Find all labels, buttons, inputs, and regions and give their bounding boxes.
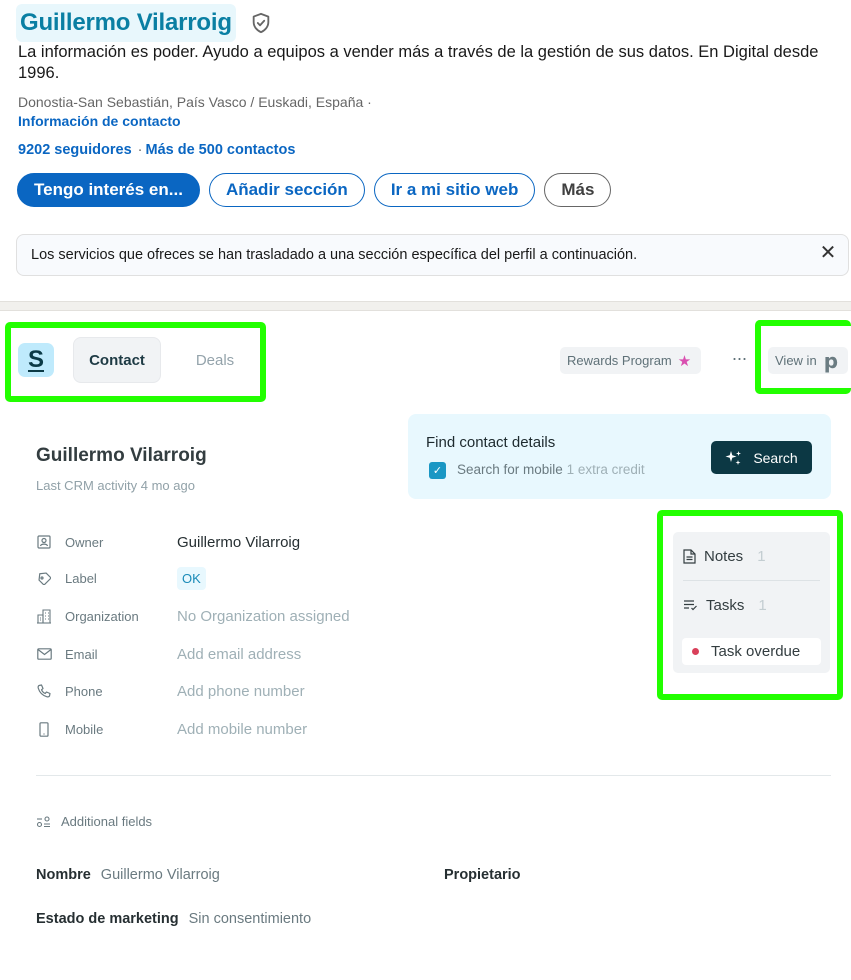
mail-icon: [36, 646, 52, 662]
custom-fields-icon: [36, 815, 50, 827]
profile-headline: La información es poder. Ayudo a equipos…: [18, 43, 819, 82]
mobile-input[interactable]: Add mobile number: [177, 721, 307, 738]
field-owner: Owner Guillermo Vilarroig: [36, 531, 300, 553]
find-contact-details-panel: Find contact details ✓ Search for mobile…: [408, 414, 831, 499]
label-badge[interactable]: OK: [177, 566, 206, 590]
website-button[interactable]: Ir a mi sitio web: [373, 173, 536, 207]
overdue-label: Task overdue: [711, 643, 801, 660]
field-label: Mobile: [65, 721, 104, 737]
tab-contact[interactable]: Contact: [73, 337, 161, 383]
profile-location: Donostia-San Sebastián, País Vasco / Eus…: [18, 94, 372, 110]
field-label: Email: [65, 646, 98, 662]
field-email: Email Add email address: [36, 643, 301, 665]
section-divider: [0, 301, 851, 311]
field-key: Propietario: [444, 867, 521, 883]
profile-name: Guillermo Vilarroig: [20, 9, 232, 36]
view-in-pipedrive-button[interactable]: View in p: [768, 347, 848, 374]
notes-label: Notes: [704, 547, 744, 565]
contact-info-link[interactable]: Información de contacto: [18, 113, 181, 129]
find-title: Find contact details: [426, 434, 556, 451]
field-value[interactable]: Sin consentimiento: [189, 911, 312, 927]
crm-logo-letter: S: [27, 346, 44, 373]
services-notice: Los servicios que ofreces se han traslad…: [16, 234, 849, 276]
search-mobile-label: Search for mobile 1 extra credit: [457, 462, 645, 477]
organization-value[interactable]: No Organization assigned: [177, 608, 350, 625]
extra-credit-text: 1 extra credit: [566, 462, 645, 477]
shield-check-icon[interactable]: [250, 12, 272, 34]
field-label-row: Label OK: [36, 566, 206, 590]
document-icon: [683, 548, 696, 564]
rewards-program-button[interactable]: Rewards Program ★: [560, 347, 702, 374]
notice-text: Los servicios que ofreces se han traslad…: [31, 247, 638, 263]
mobile-icon: [36, 721, 52, 737]
more-button[interactable]: Más: [544, 173, 612, 207]
pipedrive-logo-icon: p: [823, 348, 839, 373]
followers-link[interactable]: 9202 seguidores: [18, 142, 132, 158]
search-button[interactable]: Search: [711, 441, 812, 474]
search-mobile-checkbox[interactable]: ✓: [429, 462, 446, 479]
field-estado-marketing: Estado de marketing Sin consentimiento: [36, 911, 311, 927]
field-organization: Organization No Organization assigned: [36, 605, 350, 627]
connections-link[interactable]: Más de 500 contactos: [146, 142, 296, 158]
sparkle-icon: [725, 450, 742, 465]
rewards-label: Rewards Program: [567, 353, 672, 368]
profile-name-highlight: Guillermo Vilarroig: [16, 4, 236, 42]
field-label: Phone: [65, 683, 103, 699]
field-key: Estado de marketing: [36, 911, 179, 927]
owner-value[interactable]: Guillermo Vilarroig: [177, 534, 300, 551]
search-button-label: Search: [753, 449, 798, 466]
task-list-icon: [684, 600, 697, 611]
stats-separator: ·: [137, 142, 143, 158]
field-mobile: Mobile Add mobile number: [36, 718, 307, 740]
overdue-dot-icon: [692, 648, 699, 655]
activity-panel: Notes 1 Tasks 1 Task overdue: [673, 532, 830, 673]
section-divider: [36, 775, 831, 776]
contact-name: Guillermo Vilarroig: [36, 445, 207, 466]
phone-input[interactable]: Add phone number: [177, 683, 305, 700]
field-label: Organization: [65, 608, 139, 624]
last-activity: Last CRM activity 4 mo ago: [36, 478, 195, 493]
crm-logo: S: [18, 343, 54, 377]
profile-actions: Tengo interés en... Añadir sección Ir a …: [17, 173, 612, 207]
add-section-button[interactable]: Añadir sección: [208, 173, 365, 207]
tab-deals[interactable]: Deals: [176, 337, 254, 383]
tasks-item[interactable]: Tasks 1: [683, 593, 767, 617]
field-nombre: Nombre Guillermo Vilarroig: [36, 867, 220, 883]
star-icon: ★: [677, 352, 692, 370]
interested-button[interactable]: Tengo interés en...: [17, 173, 200, 207]
panel-divider: [683, 580, 820, 581]
additional-fields-header[interactable]: Additional fields: [36, 814, 152, 829]
field-value[interactable]: Guillermo Vilarroig: [101, 867, 220, 883]
checkbox-label-text: Search for mobile: [457, 462, 563, 477]
tasks-count: 1: [758, 596, 767, 614]
profile-stats: 9202 seguidores · Más de 500 contactos: [18, 142, 295, 158]
field-key: Nombre: [36, 867, 91, 883]
tasks-label: Tasks: [706, 596, 745, 614]
additional-fields-title: Additional fields: [61, 814, 153, 829]
building-icon: [36, 608, 52, 624]
field-propietario: Propietario: [444, 867, 531, 883]
phone-icon: [36, 683, 52, 699]
field-label: Owner: [65, 534, 104, 550]
more-options-icon[interactable]: ···: [728, 348, 750, 372]
notes-item[interactable]: Notes 1: [683, 544, 766, 568]
view-in-label: View in: [775, 353, 817, 368]
task-overdue-badge[interactable]: Task overdue: [682, 638, 821, 665]
tag-icon: [36, 570, 52, 586]
notes-count: 1: [757, 547, 766, 565]
field-label: Label: [65, 570, 97, 586]
field-phone: Phone Add phone number: [36, 680, 305, 702]
email-input[interactable]: Add email address: [177, 646, 301, 663]
close-icon[interactable]: ✕: [818, 243, 838, 263]
person-icon: [36, 534, 52, 550]
